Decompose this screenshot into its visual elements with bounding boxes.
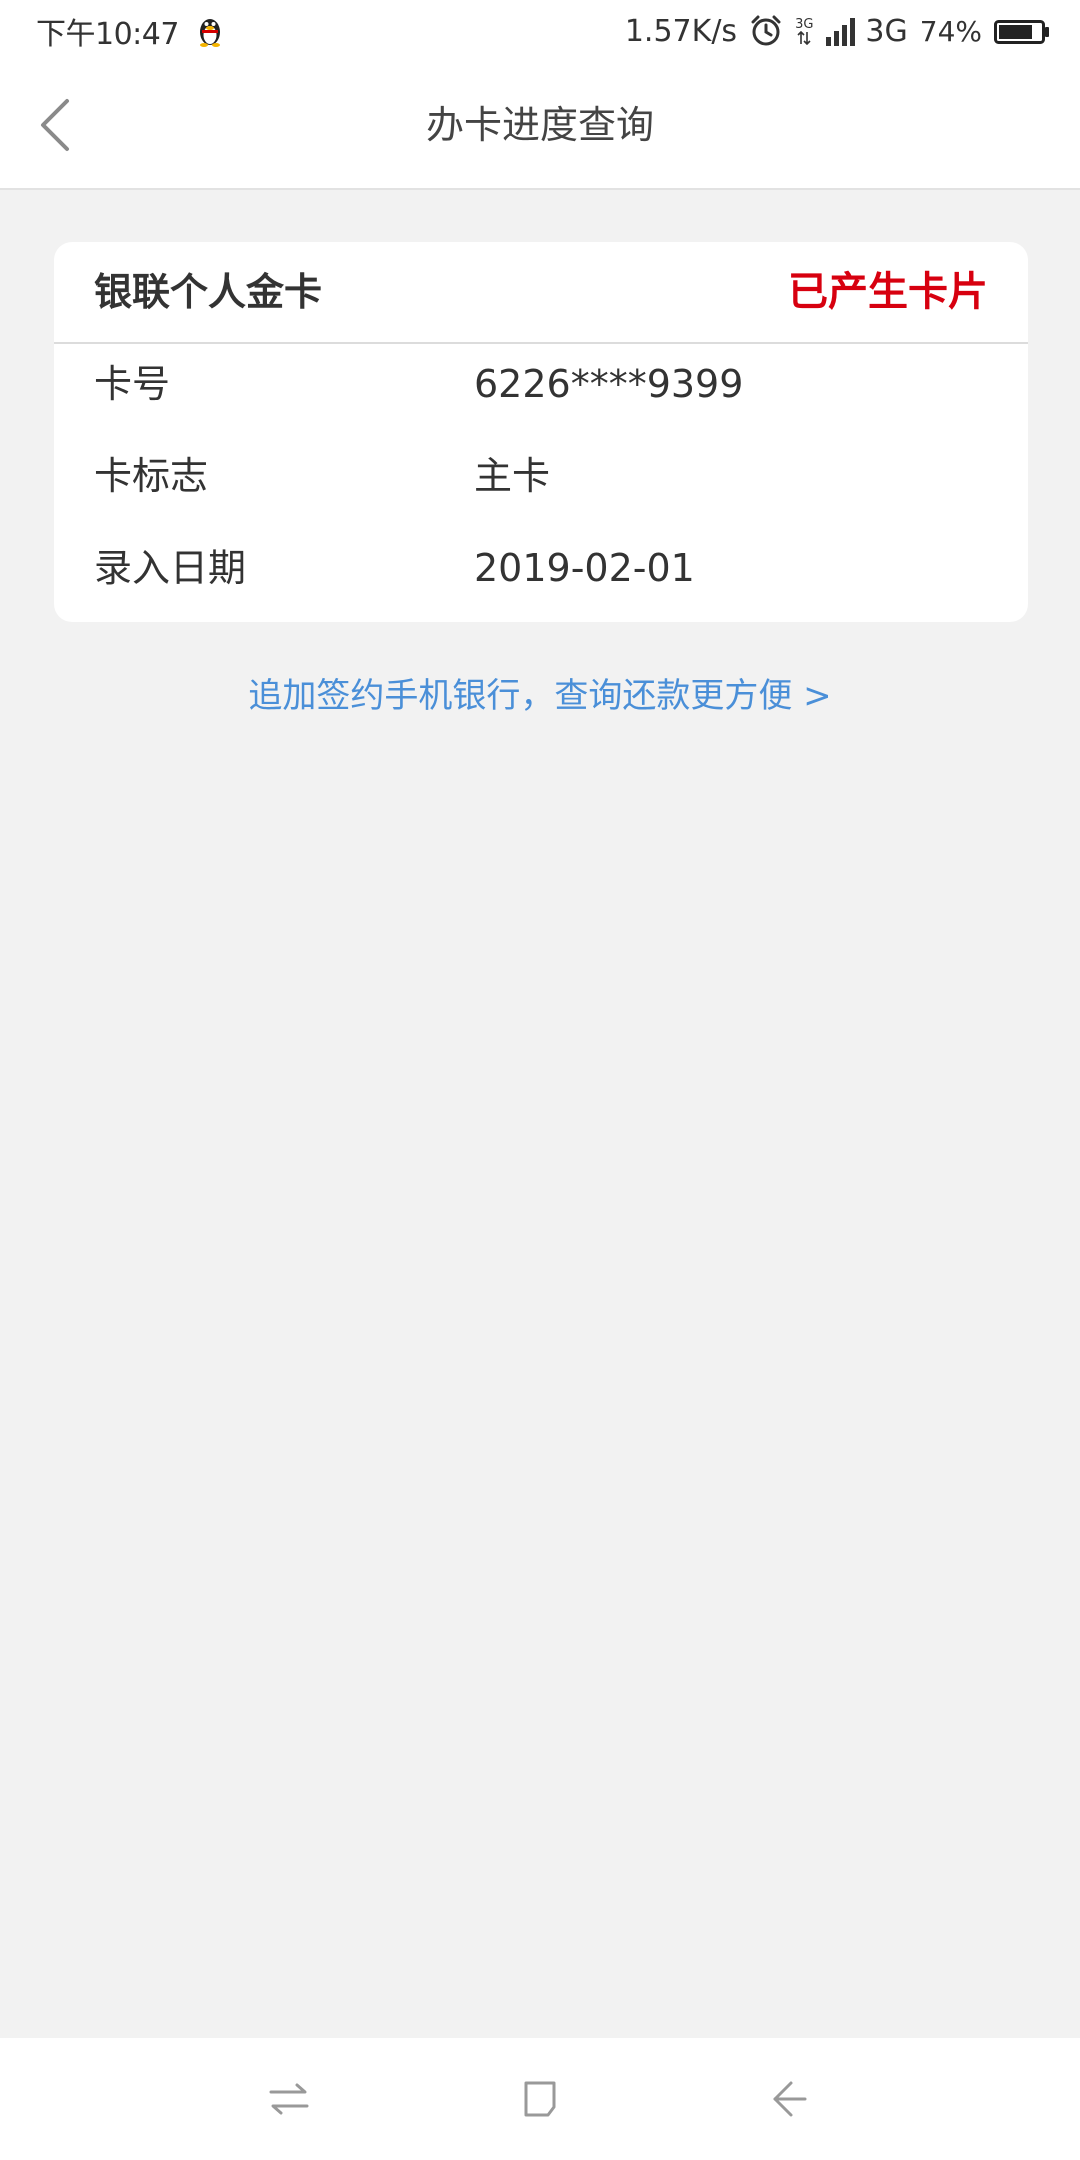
home-button[interactable]: [509, 2068, 571, 2130]
net-speed: 1.57K/s: [624, 13, 738, 49]
signal-strength-icon: [825, 15, 859, 47]
status-left: 下午10:47: [36, 10, 223, 52]
card-number-label: 卡号: [94, 362, 171, 406]
status-right: 1.57K/s 3G 3G 74%: [625, 10, 1050, 52]
card-progress-panel: 银联个人金卡 已产生卡片 卡号 6226****9399 卡标志 主卡 录入日期…: [54, 242, 1028, 622]
status-bar: 下午10:47 1.57K/s 3G 3G 74%: [0, 0, 1080, 62]
page-title: 办卡进度查询: [425, 103, 654, 147]
card-status-badge: 已产生卡片: [788, 269, 988, 315]
back-arrow-icon: [773, 2081, 807, 2117]
data-arrows-icon: [797, 30, 811, 45]
card-number-row: 卡号 6226****9399: [54, 344, 1028, 424]
card-number-value: 6226****9399: [474, 362, 744, 406]
add-mobile-banking-link[interactable]: 追加签约手机银行，查询还款更方便 >: [0, 668, 1080, 724]
card-flag-value: 主卡: [474, 454, 551, 498]
switch-arrows-icon: [269, 2083, 309, 2115]
entry-date-row: 录入日期 2019-02-01: [54, 528, 1028, 608]
net-type-small-label: 3G: [795, 16, 814, 32]
network-type: 3G: [865, 13, 908, 49]
battery-percent: 74%: [919, 14, 982, 48]
card-type: 银联个人金卡: [94, 270, 323, 314]
entry-date-label: 录入日期: [94, 546, 247, 590]
battery-icon: [994, 18, 1050, 44]
card-header: 银联个人金卡 已产生卡片: [54, 242, 1028, 344]
system-back-button[interactable]: [758, 2068, 820, 2130]
square-icon: [524, 2081, 556, 2117]
status-time: 下午10:47: [36, 17, 179, 52]
data-activity-indicator: 3G: [795, 18, 813, 45]
system-nav-bar: [0, 2038, 1080, 2160]
card-flag-label: 卡标志: [94, 454, 209, 498]
title-bar: 办卡进度查询: [0, 62, 1080, 190]
alarm-clock-icon: [749, 14, 783, 48]
card-flag-row: 卡标志 主卡: [54, 436, 1028, 516]
qq-penguin-icon: [197, 15, 223, 47]
recent-apps-button[interactable]: [258, 2068, 320, 2130]
entry-date-value: 2019-02-01: [474, 546, 695, 590]
